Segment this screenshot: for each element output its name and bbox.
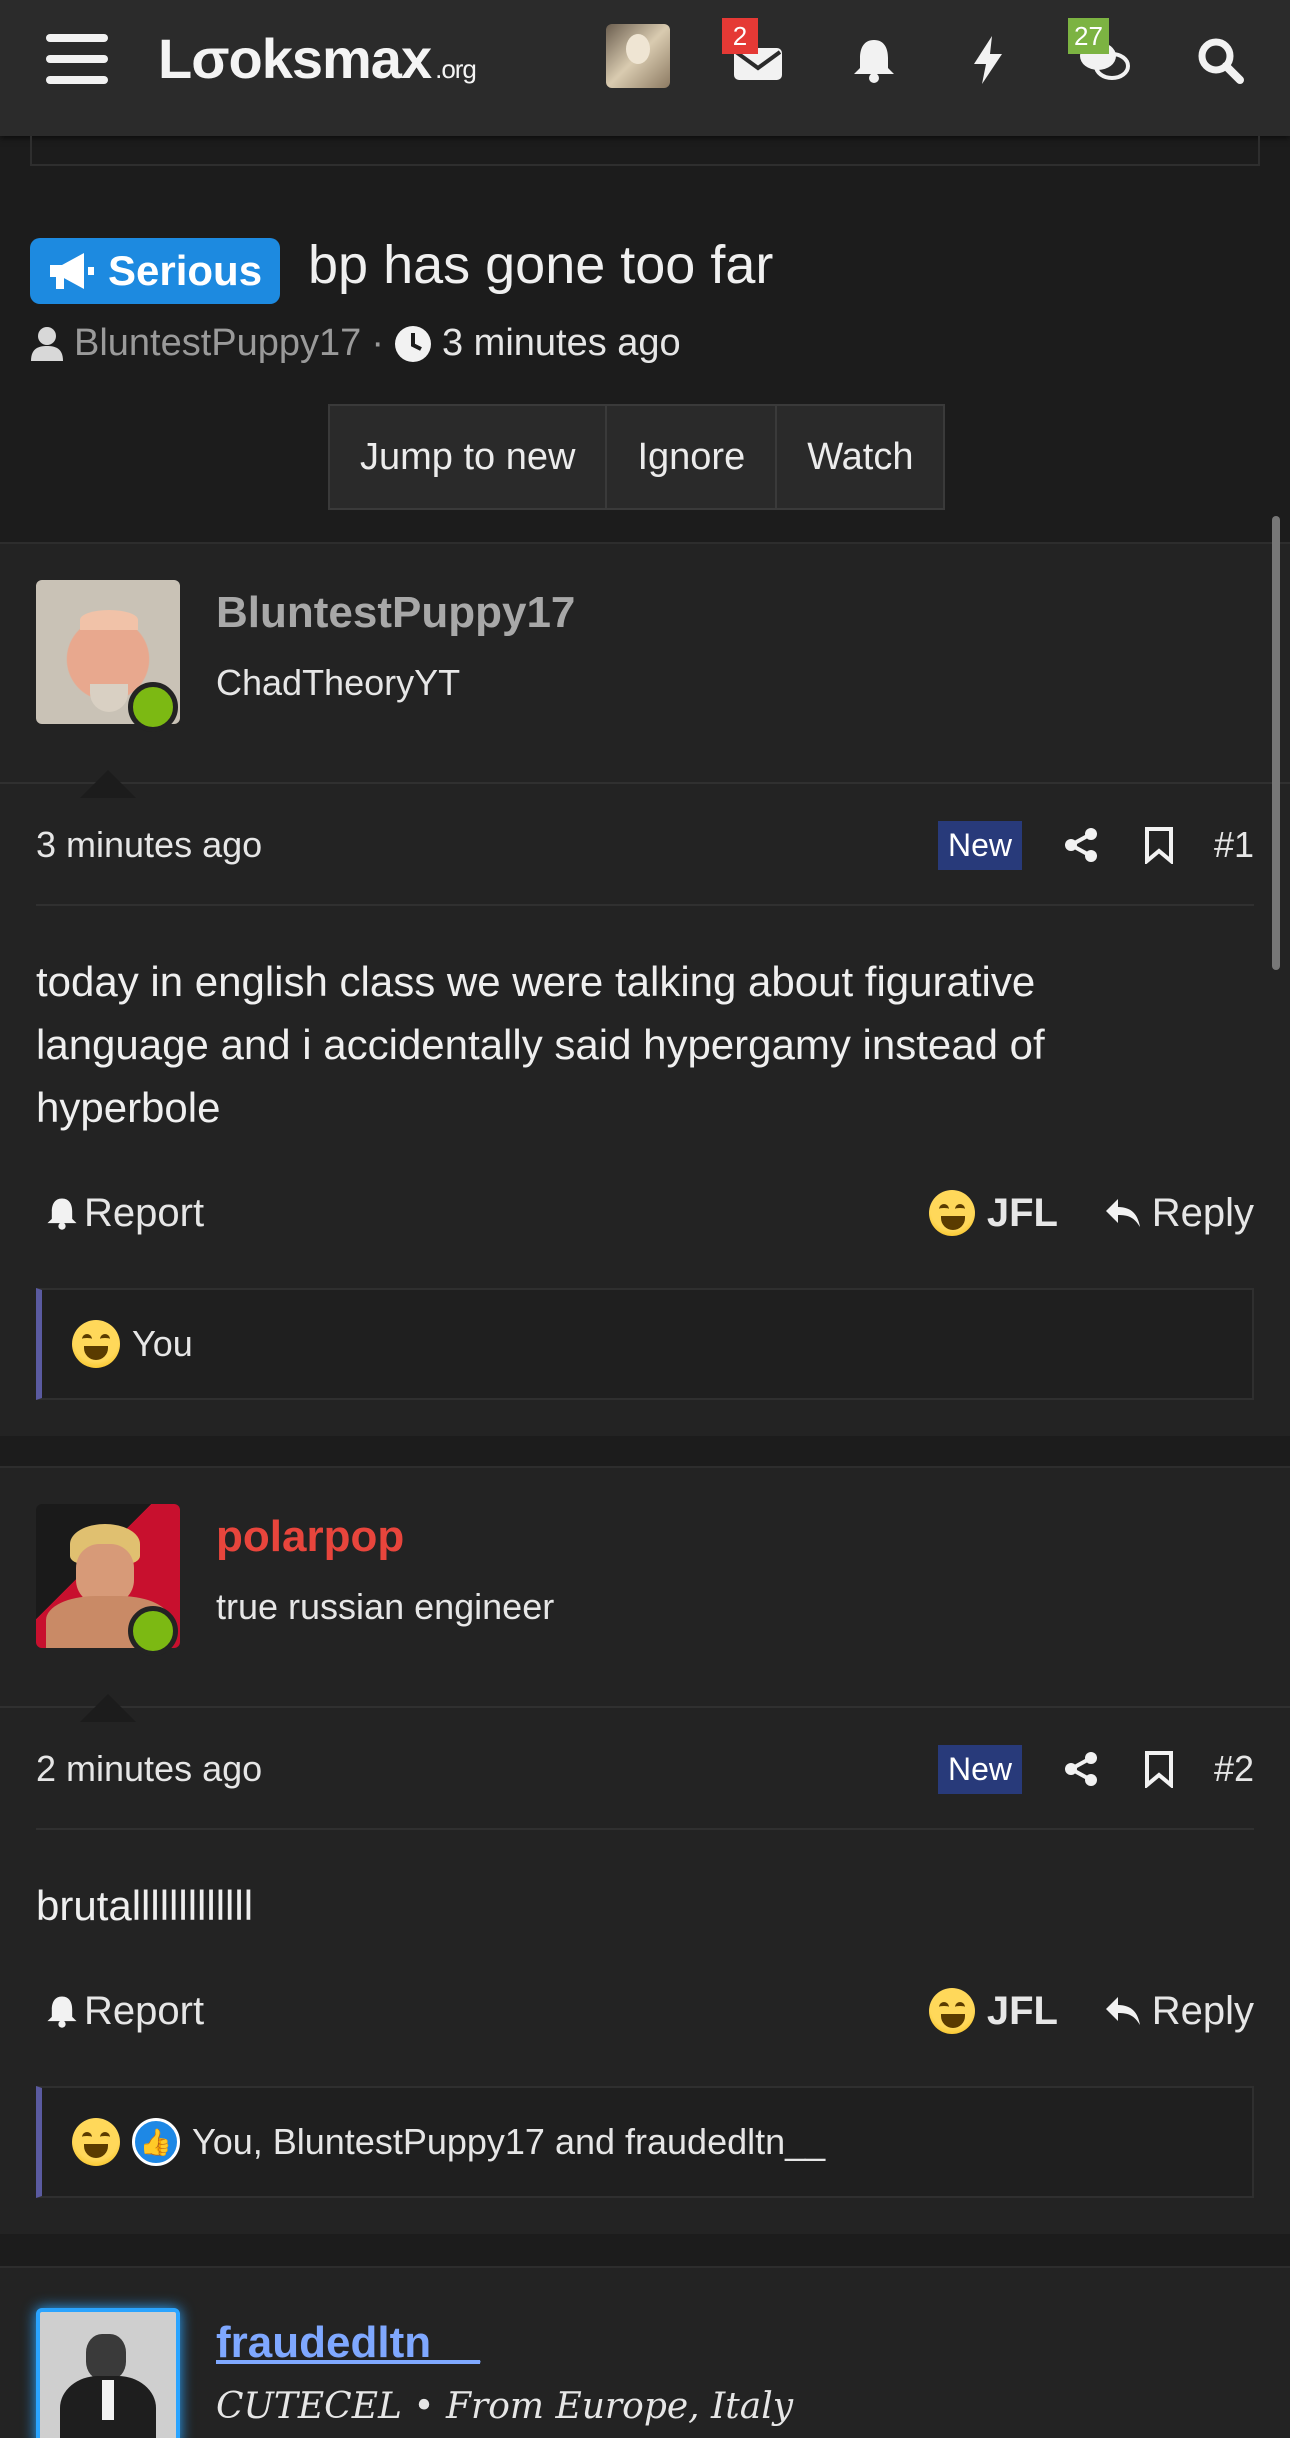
logo-text: Lσoksmax [158, 27, 432, 90]
bell-icon [47, 1198, 77, 1230]
thread-meta: BluntestPuppy17 · 3 minutes ago [30, 322, 681, 365]
share-icon[interactable] [1064, 827, 1098, 863]
thread-author-link[interactable]: BluntestPuppy17 [74, 322, 361, 365]
reacted-by-list[interactable]: You [132, 1323, 193, 1365]
user-icon [31, 326, 63, 361]
online-indicator [128, 682, 178, 732]
search-icon [1198, 38, 1244, 84]
post-time[interactable]: 2 minutes ago [36, 1748, 262, 1790]
post-number[interactable]: #1 [1214, 824, 1254, 866]
laughing-crying-emoji-icon [928, 1190, 975, 1236]
post-time[interactable]: 3 minutes ago [36, 824, 262, 866]
clock-icon [394, 325, 431, 362]
chat-count-badge: 27 [1068, 18, 1109, 54]
username-link[interactable]: fraudedltn__ [216, 2318, 480, 2368]
username-link[interactable]: polarpop [216, 1512, 404, 1562]
thumbs-up-icon: 👍 [132, 2118, 180, 2166]
inbox-count-badge: 2 [722, 18, 758, 54]
new-badge: New [937, 1744, 1022, 1794]
reply-arrow-icon [1105, 1199, 1140, 1227]
scrollbar[interactable] [1272, 516, 1280, 970]
site-logo[interactable]: Lσoksmax .org [158, 26, 477, 91]
jump-to-new-button[interactable]: Jump to new [330, 406, 608, 508]
post-body: brutalllllllllllll [36, 1882, 254, 1929]
megaphone-icon [50, 253, 94, 289]
laughing-crying-emoji-icon [72, 1320, 120, 1368]
logo-suffix: .org [435, 54, 477, 84]
new-badge: New [937, 820, 1022, 870]
post-user-block: BluntestPuppy17 ChadTheoryYT [0, 544, 1290, 798]
thread-prefix-badge[interactable]: Serious [30, 238, 281, 304]
ignore-button[interactable]: Ignore [607, 406, 778, 508]
reply-arrow-icon [1105, 1997, 1140, 2025]
inbox-button[interactable]: 2 [722, 18, 794, 96]
post-2: polarpop true russian engineer 2 minutes… [0, 1466, 1290, 2234]
reply-button[interactable]: Reply [1104, 1989, 1254, 2034]
report-button[interactable]: Report [46, 1191, 204, 1236]
whats-new-button[interactable] [952, 24, 1024, 96]
username-link[interactable]: BluntestPuppy17 [216, 588, 575, 638]
post-user-block: polarpop true russian engineer [0, 1468, 1290, 1722]
reacted-by-list[interactable]: You, BluntestPuppy17 and fraudedltn__ [192, 2121, 825, 2163]
lightning-icon [974, 36, 1002, 84]
reactions-bar[interactable]: 👍 You, BluntestPuppy17 and fraudedltn__ [36, 2086, 1254, 2198]
bookmark-icon[interactable] [1144, 1750, 1174, 1788]
reactions-bar[interactable]: You [36, 1288, 1254, 1400]
react-label: JFL [986, 1190, 1058, 1235]
online-indicator [128, 1606, 178, 1656]
report-label: Report [84, 1190, 205, 1235]
bell-icon [854, 40, 894, 83]
search-button[interactable] [1184, 24, 1256, 96]
user-title: ChadTheoryYT [216, 662, 461, 703]
post-meta-bar: 3 minutes ago New #1 [36, 786, 1254, 906]
post-meta-bar: 2 minutes ago New #2 [36, 1710, 1254, 1830]
thread-time[interactable]: 3 minutes ago [442, 322, 681, 365]
user-avatar[interactable] [606, 24, 670, 88]
reply-label: Reply [1151, 1988, 1254, 2033]
bell-icon [47, 1996, 77, 2028]
top-navigation-bar: Lσoksmax .org 2 27 [0, 0, 1290, 136]
watch-button[interactable]: Watch [777, 406, 943, 508]
previous-block-edge [30, 136, 1260, 166]
user-title: CUTECEL • From Europe, Italy [216, 2386, 794, 2427]
reply-button[interactable]: Reply [1104, 1191, 1254, 1236]
post-body: today in english class we were talking a… [36, 958, 1045, 1131]
react-button[interactable]: JFL [928, 1190, 1058, 1236]
laughing-crying-emoji-icon [928, 1988, 975, 2034]
alerts-button[interactable] [838, 24, 910, 96]
laughing-crying-emoji-icon [72, 2118, 120, 2166]
post-3: fraudedltn__ CUTECEL • From Europe, Ital… [0, 2266, 1290, 2438]
thread-title: bp has gone too far [308, 235, 774, 295]
avatar[interactable] [36, 2308, 180, 2438]
share-icon[interactable] [1064, 1751, 1098, 1787]
post-number[interactable]: #2 [1214, 1748, 1254, 1790]
react-label: JFL [986, 1988, 1058, 2033]
report-button[interactable]: Report [46, 1989, 204, 2034]
post-1: BluntestPuppy17 ChadTheoryYT 3 minutes a… [0, 542, 1290, 1436]
reply-label: Reply [1151, 1190, 1254, 1235]
menu-icon[interactable] [46, 34, 108, 84]
meta-separator: · [371, 322, 384, 364]
bookmark-icon[interactable] [1144, 826, 1174, 864]
prefix-label: Serious [108, 247, 263, 294]
post-actions: Report JFL Reply [36, 1976, 1254, 2046]
report-label: Report [84, 1988, 205, 2033]
user-title: true russian engineer [216, 1586, 555, 1627]
post-actions: Report JFL Reply [36, 1178, 1254, 1248]
thread-actions: Jump to new Ignore Watch [328, 404, 946, 510]
conversations-button[interactable]: 27 [1068, 18, 1140, 96]
react-button[interactable]: JFL [928, 1988, 1058, 2034]
